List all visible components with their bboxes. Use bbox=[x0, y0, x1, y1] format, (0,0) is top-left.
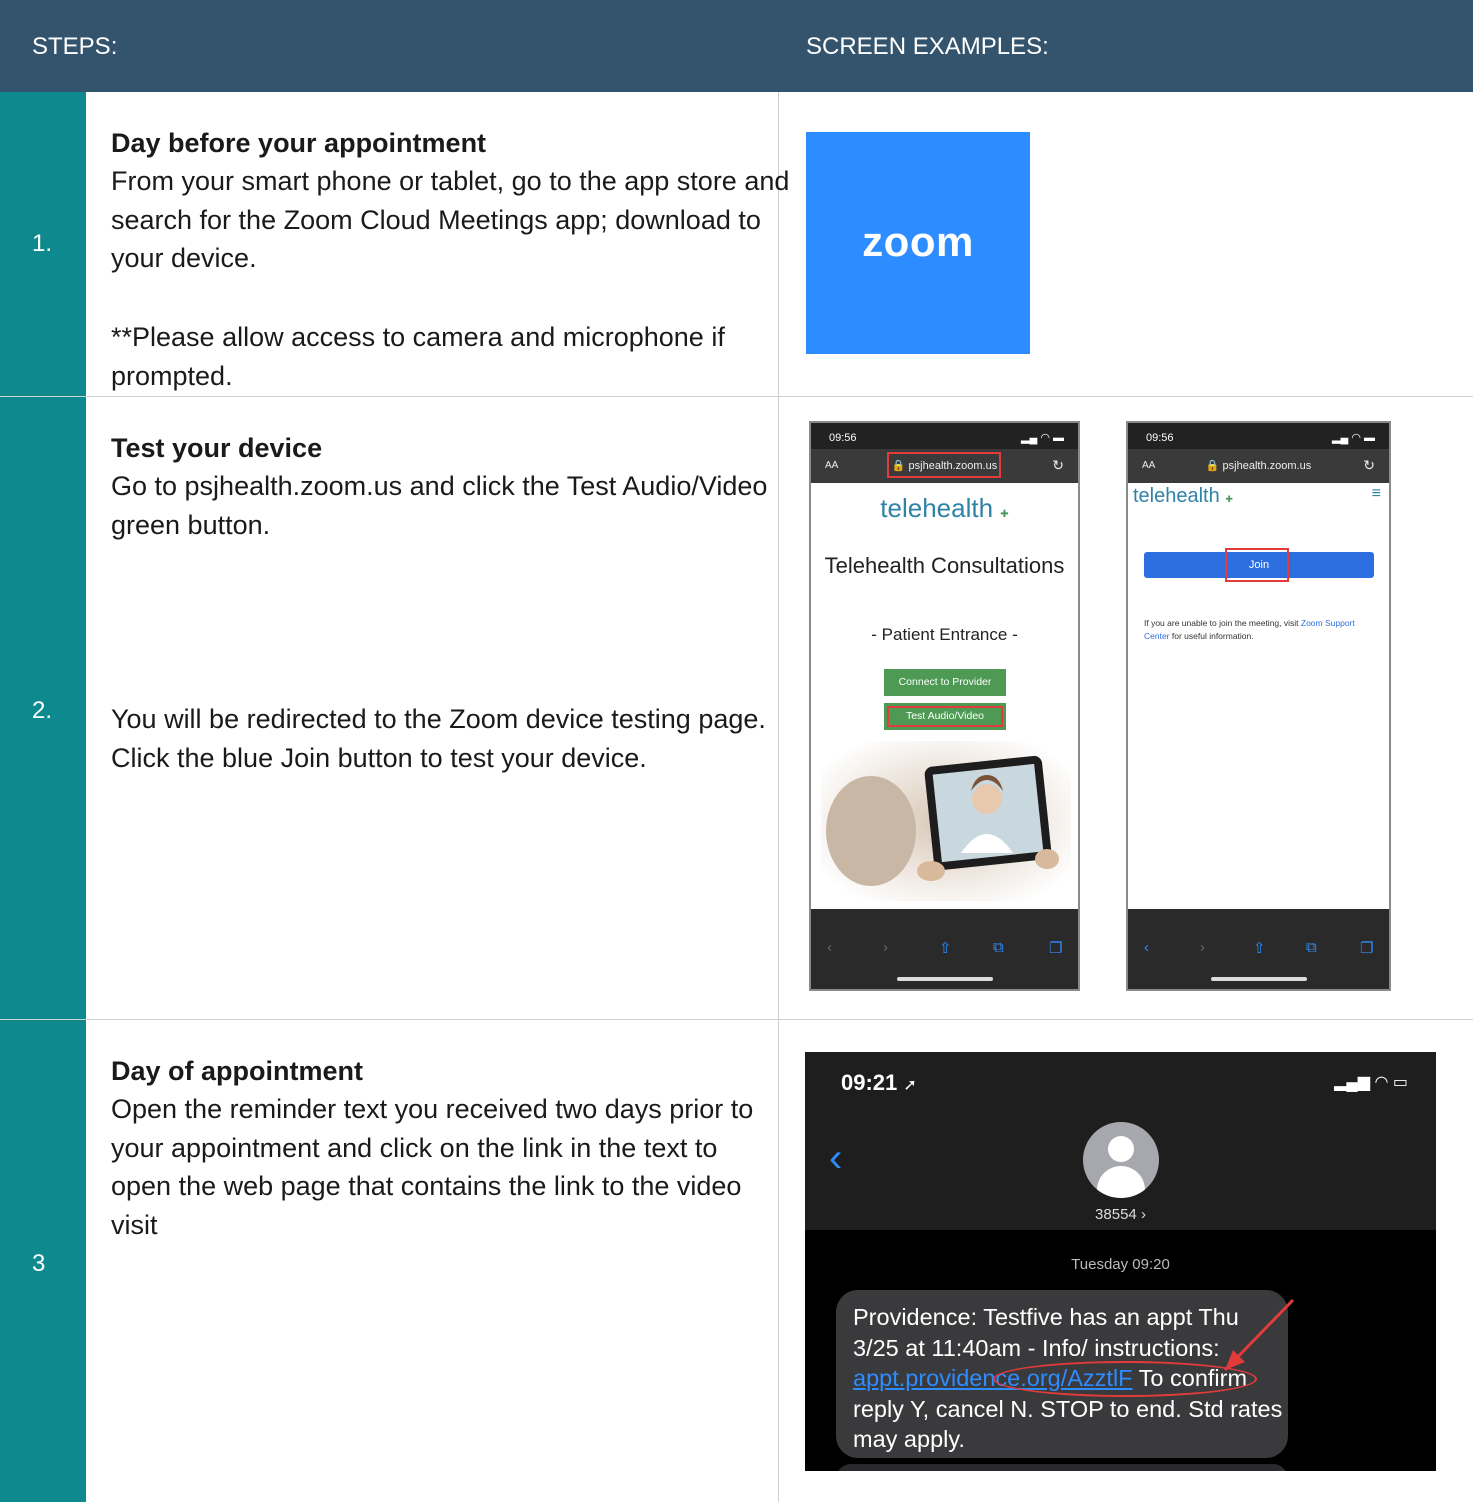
step-text-redirect: You will be redirected to the Zoom devic… bbox=[111, 704, 766, 773]
signal-wifi-battery-icon: ▂▄ ◠ ▬ bbox=[1021, 432, 1064, 444]
step-text-cell: Day of appointment Open the reminder tex… bbox=[86, 1020, 779, 1502]
url-highlight-box bbox=[887, 452, 1001, 478]
bookmarks-icon: ⧉ bbox=[1306, 939, 1317, 956]
next-message-bubble bbox=[836, 1464, 1288, 1471]
screen-example-cell: 09:21 ➚ ▂▄▆ ◠ ▭ ‹ 38554 › Tuesday 09:20 … bbox=[779, 1020, 1473, 1502]
zoom-wordmark: zoom bbox=[862, 218, 974, 265]
status-time: 09:56 bbox=[1146, 432, 1174, 444]
step-number: 2. bbox=[32, 697, 53, 724]
back-icon: ‹ bbox=[1144, 939, 1149, 956]
home-indicator bbox=[896, 977, 993, 981]
menu-icon: ≡ bbox=[1371, 485, 1381, 502]
phone-screenshot-telehealth: 09:56 ▂▄ ◠ ▬ AA 🔒 psjhealth.zoom.us ↻ te… bbox=[809, 421, 1080, 991]
telehealth-logo: telehealth ✚ bbox=[811, 493, 1078, 524]
text-size-button: AA bbox=[825, 460, 839, 471]
status-bar: 09:56 ▂▄ ◠ ▬ bbox=[811, 423, 1078, 449]
join-highlight-box bbox=[1225, 548, 1289, 582]
steps-header: STEPS: bbox=[32, 33, 118, 60]
info-prefix: If you are unable to join the meeting, v… bbox=[1144, 618, 1301, 628]
lock-icon: 🔒 bbox=[1205, 460, 1220, 472]
red-arrow-icon bbox=[1223, 1298, 1295, 1372]
step-row-1: 1. Day before your appointment From your… bbox=[0, 92, 1473, 397]
step-text-cell: Day before your appointment From your sm… bbox=[86, 92, 789, 396]
text-size-button: AA bbox=[1142, 460, 1156, 471]
step-row-2: 2. Test your device Go to psjhealth.zoom… bbox=[0, 397, 1473, 1020]
home-indicator bbox=[1210, 977, 1307, 981]
browser-url-bar: AA 🔒 psjhealth.zoom.us ↻ bbox=[1128, 449, 1389, 483]
step-title: Day before your appointment bbox=[111, 128, 487, 158]
telehealth-logo: telehealth ✚ bbox=[1133, 485, 1233, 508]
brand-text: telehealth bbox=[880, 493, 994, 523]
doctor-video-call-photo bbox=[821, 741, 1071, 901]
browser-toolbar: ‹ › ⇧ ⧉ ❐ bbox=[811, 909, 1078, 989]
screen-examples-header: SCREEN EXAMPLES: bbox=[806, 33, 1049, 60]
step-text: Open the reminder text you received two … bbox=[111, 1094, 754, 1240]
forward-icon: › bbox=[883, 939, 888, 956]
brand-text: telehealth bbox=[1133, 485, 1220, 507]
connect-to-provider-button: Connect to Provider bbox=[884, 669, 1006, 696]
status-bar: 09:56 ▂▄ ◠ ▬ bbox=[1128, 423, 1389, 449]
test-audio-video-button: Test Audio/Video bbox=[884, 703, 1006, 730]
phone-screenshot-zoom-test: 09:56 ▂▄ ◠ ▬ AA 🔒 psjhealth.zoom.us ↻ te… bbox=[1126, 421, 1391, 991]
step-number: 1. bbox=[32, 230, 53, 257]
tabs-icon: ❐ bbox=[1049, 940, 1063, 957]
reload-icon: ↻ bbox=[1363, 457, 1375, 473]
table-header: STEPS: SCREEN EXAMPLES: bbox=[0, 0, 1473, 92]
url-value: psjhealth.zoom.us bbox=[1222, 460, 1312, 472]
step-title: Test your device bbox=[111, 433, 323, 463]
screen-example-cell: zoom bbox=[779, 92, 1473, 396]
browser-toolbar: ‹ › ⇧ ⧉ ❐ bbox=[1128, 909, 1389, 989]
reload-icon: ↻ bbox=[1052, 457, 1064, 473]
step-number: 3 bbox=[32, 1250, 46, 1277]
providence-cross-icon: ✚ bbox=[1225, 494, 1233, 504]
url-text: 🔒 psjhealth.zoom.us bbox=[1198, 459, 1319, 472]
tabs-icon: ❐ bbox=[1360, 940, 1374, 957]
status-time: 09:56 bbox=[829, 432, 857, 444]
step-text: From your smart phone or tablet, go to t… bbox=[111, 166, 790, 273]
sms-screenshot: 09:21 ➚ ▂▄▆ ◠ ▭ ‹ 38554 › Tuesday 09:20 … bbox=[805, 1052, 1436, 1471]
forward-icon: › bbox=[1200, 939, 1205, 956]
support-info-text: If you are unable to join the meeting, v… bbox=[1144, 617, 1374, 643]
step-title: Day of appointment bbox=[111, 1056, 364, 1086]
step-text-cell: Test your device Go to psjhealth.zoom.us… bbox=[86, 397, 779, 1019]
bookmarks-icon: ⧉ bbox=[993, 939, 1004, 956]
step-number-cell: 1. bbox=[0, 92, 86, 396]
step-number-cell: 2. bbox=[0, 397, 86, 1019]
screen-example-cell: 09:56 ▂▄ ◠ ▬ AA 🔒 psjhealth.zoom.us ↻ te… bbox=[779, 397, 1473, 1019]
signal-wifi-battery-icon: ▂▄ ◠ ▬ bbox=[1332, 432, 1375, 444]
share-icon: ⇧ bbox=[1253, 940, 1266, 957]
zoom-app-icon: zoom bbox=[806, 132, 1030, 354]
page-subtitle: - Patient Entrance - bbox=[871, 625, 1018, 644]
back-icon: ‹ bbox=[827, 939, 832, 956]
info-suffix: for useful information. bbox=[1169, 631, 1254, 641]
providence-cross-icon: ✚ bbox=[1000, 509, 1009, 520]
step-number-cell: 3 bbox=[0, 1020, 86, 1502]
step-text: Go to psjhealth.zoom.us and click the Te… bbox=[111, 471, 768, 540]
browser-url-bar: AA 🔒 psjhealth.zoom.us ↻ bbox=[811, 449, 1078, 483]
step-row-3: 3 Day of appointment Open the reminder t… bbox=[0, 1020, 1473, 1502]
step-note: **Please allow access to camera and micr… bbox=[111, 322, 725, 391]
page-title: Telehealth Consultations bbox=[824, 553, 1065, 578]
share-icon: ⇧ bbox=[939, 940, 952, 957]
